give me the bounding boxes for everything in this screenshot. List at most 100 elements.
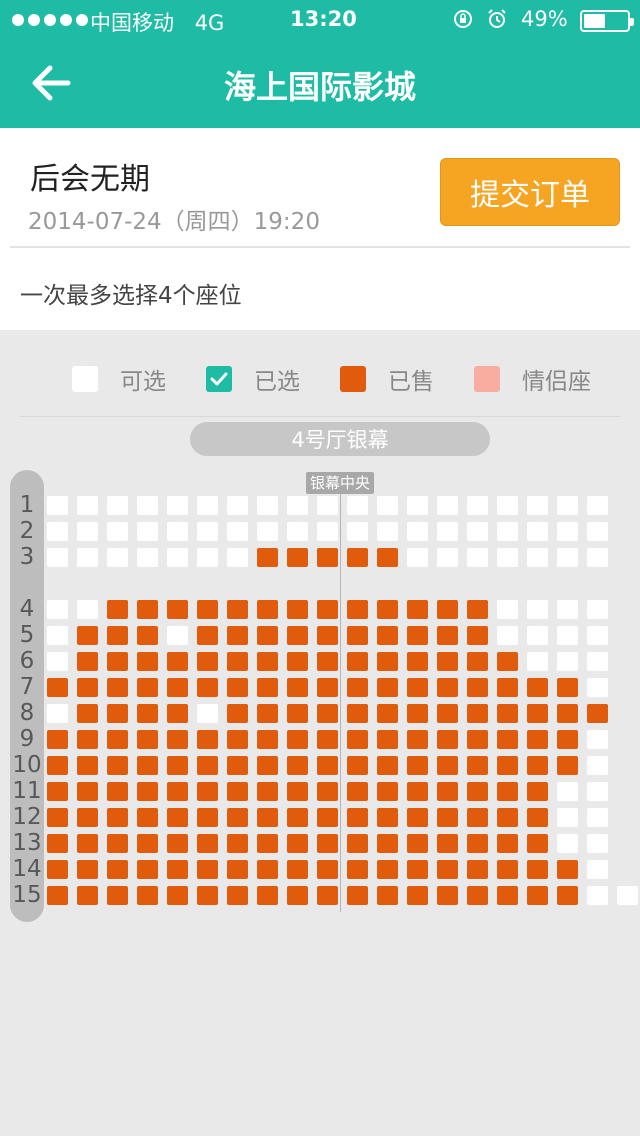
seat-available[interactable] [557,652,578,671]
seat-available[interactable] [347,496,368,515]
seat-available[interactable] [287,496,308,515]
seat-available[interactable] [77,548,98,567]
seat-available[interactable] [77,496,98,515]
seat-available[interactable] [47,626,68,645]
seat-available[interactable] [167,548,188,567]
seat-available[interactable] [557,522,578,541]
seat-available[interactable] [137,522,158,541]
seat-available[interactable] [587,522,608,541]
seat-available[interactable] [497,626,518,645]
seat-available[interactable] [527,652,548,671]
seat-available[interactable] [47,522,68,541]
seat-available[interactable] [347,522,368,541]
seat-available[interactable] [587,626,608,645]
seat-available[interactable] [227,522,248,541]
seat-available[interactable] [437,548,458,567]
seat-available[interactable] [587,808,608,827]
seat-available[interactable] [287,522,308,541]
seat-sold [347,782,368,801]
seat-available[interactable] [197,704,218,723]
seat-available[interactable] [407,522,428,541]
seat-available[interactable] [197,522,218,541]
seat-available[interactable] [527,496,548,515]
seat-available[interactable] [77,600,98,619]
seat-available[interactable] [107,496,128,515]
seat-available[interactable] [407,548,428,567]
seat-sold [467,652,488,671]
seat-available[interactable] [497,522,518,541]
seat-sold [347,704,368,723]
seat-available[interactable] [47,600,68,619]
seat-available[interactable] [317,496,338,515]
seat-available[interactable] [587,652,608,671]
seat-available[interactable] [47,652,68,671]
seat-available[interactable] [107,548,128,567]
seat-available[interactable] [587,600,608,619]
seat-available[interactable] [497,548,518,567]
seat-available[interactable] [377,522,398,541]
seat-available[interactable] [47,548,68,567]
seat-sold [257,704,278,723]
seat-available[interactable] [47,496,68,515]
page-title: 海上国际影城 [223,68,416,106]
seat-available[interactable] [587,496,608,515]
available-seat-icon [72,366,98,392]
seat-available[interactable] [47,704,68,723]
seat-available[interactable] [557,782,578,801]
seat-available[interactable] [407,496,428,515]
seat-sold [257,548,278,567]
seat-available[interactable] [587,886,608,905]
seat-sold [137,730,158,749]
seat-available[interactable] [257,496,278,515]
seat-available[interactable] [437,496,458,515]
seat-available[interactable] [467,522,488,541]
seat-available[interactable] [587,678,608,697]
seat-available[interactable] [77,522,98,541]
seat-available[interactable] [587,782,608,801]
seat-available[interactable] [557,626,578,645]
seat-available[interactable] [557,834,578,853]
seat-available[interactable] [317,522,338,541]
seat-available[interactable] [497,496,518,515]
seat-available[interactable] [137,496,158,515]
seat-available[interactable] [557,808,578,827]
seat-sold [137,886,158,905]
seat-available[interactable] [587,834,608,853]
seat-available[interactable] [587,548,608,567]
seat-available[interactable] [467,548,488,567]
seat-available[interactable] [587,860,608,879]
seat-available[interactable] [527,600,548,619]
seat-available[interactable] [527,626,548,645]
seat-available[interactable] [617,886,638,905]
seat-available[interactable] [527,522,548,541]
seat-sold [257,834,278,853]
seat-available[interactable] [557,496,578,515]
seat-available[interactable] [497,600,518,619]
seat-available[interactable] [257,522,278,541]
seat-available[interactable] [197,496,218,515]
row-label: 5 [19,622,35,648]
seat-available[interactable] [107,522,128,541]
seat-available[interactable] [167,626,188,645]
seat-sold [107,860,128,879]
seat-available[interactable] [527,548,548,567]
seat-sold [47,730,68,749]
seat-sold [167,834,188,853]
seat-available[interactable] [227,496,248,515]
seat-available[interactable] [167,522,188,541]
seat-sold [557,886,578,905]
seat-available[interactable] [437,522,458,541]
submit-order-button[interactable]: 提交订单 [440,158,620,226]
seat-available[interactable] [467,496,488,515]
sold-seat-icon [340,366,366,392]
seat-available[interactable] [137,548,158,567]
seat-available[interactable] [557,600,578,619]
seat-available[interactable] [587,756,608,775]
seat-available[interactable] [227,548,248,567]
seat-available[interactable] [557,548,578,567]
seat-available[interactable] [587,730,608,749]
seat-available[interactable] [377,496,398,515]
seat-available[interactable] [167,496,188,515]
seat-available[interactable] [197,548,218,567]
couple-seat-icon [474,366,500,392]
